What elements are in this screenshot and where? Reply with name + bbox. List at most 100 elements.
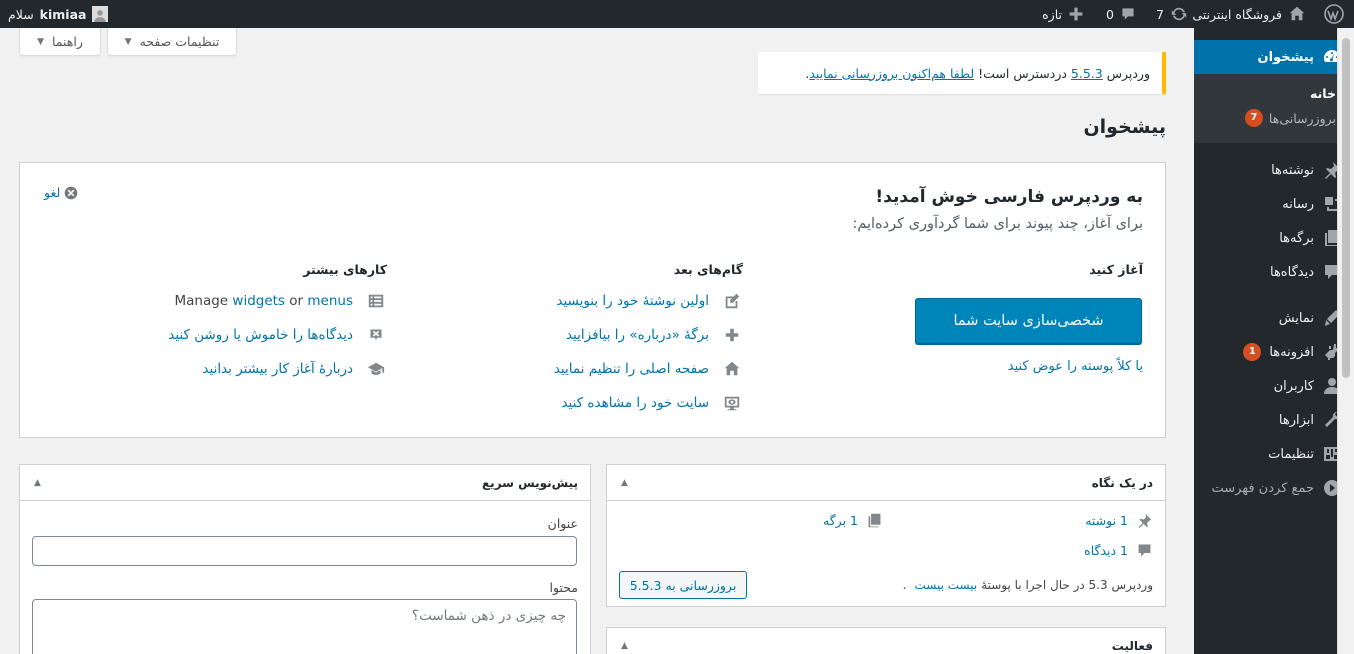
graduation-cap-icon bbox=[367, 362, 385, 375]
greeting: سلام bbox=[8, 6, 34, 22]
sidebar-item-tools[interactable]: ابزارها bbox=[1194, 403, 1354, 437]
dismiss-label: لغو bbox=[44, 185, 61, 200]
avatar bbox=[92, 6, 109, 22]
link-text[interactable]: برگهٔ «درباره» را بیافزایید bbox=[566, 327, 709, 343]
updates-count: 7 bbox=[1156, 6, 1164, 22]
write-first-post-link[interactable]: اولین نوشتهٔ خود را بنویسید bbox=[556, 292, 741, 310]
change-theme-link[interactable]: یا کلاً پوسته را عوض کنید bbox=[1008, 359, 1143, 374]
wordpress-logo-icon[interactable] bbox=[1324, 0, 1344, 28]
home-icon bbox=[1289, 6, 1305, 21]
sidebar-item-dashboard[interactable]: پیشخوان bbox=[1186, 40, 1354, 74]
link-text[interactable]: اولین نوشتهٔ خود را بنویسید bbox=[556, 293, 709, 309]
link-text[interactable]: دیدگاه‌ها را خاموش یا روشن کنید bbox=[168, 327, 353, 343]
customize-site-button[interactable]: شخصی‌سازی سایت شما bbox=[915, 298, 1142, 344]
caret-down-icon: ▼ bbox=[37, 36, 44, 47]
menus-link[interactable]: menus bbox=[307, 293, 353, 309]
add-about-page-link[interactable]: برگهٔ «درباره» را بیافزایید bbox=[566, 326, 741, 344]
sidebar-item-plugins[interactable]: افزونه‌ها 1 bbox=[1194, 335, 1354, 369]
home-icon bbox=[724, 361, 740, 376]
screen-options-button[interactable]: تنظیمات صفحه ▼ bbox=[107, 28, 237, 56]
quick-draft-widget: پیش‌نویس سریع ▲ عنوان محتوا چه چیزی در ذ… bbox=[19, 464, 591, 654]
link-text[interactable]: سایت خود را مشاهده کنید bbox=[561, 395, 709, 411]
widget-header[interactable]: فعالیت ▲ bbox=[607, 628, 1165, 654]
notice-text: دردسترس است! bbox=[978, 65, 1067, 81]
submenu-label: خانه bbox=[1310, 86, 1336, 101]
updates-icon bbox=[1171, 7, 1187, 21]
sidebar-item-pages[interactable]: برگه‌ها bbox=[1194, 221, 1354, 255]
learn-more-link[interactable]: دربارهٔ آغاز کار بیشتر بدانید bbox=[202, 360, 385, 378]
widgets-link[interactable]: widgets bbox=[232, 293, 285, 309]
site-name: فروشگاه اینترنتی bbox=[1192, 6, 1282, 22]
comment-icon bbox=[1138, 544, 1151, 557]
sidebar-item-appearance[interactable]: نمایش bbox=[1194, 301, 1354, 335]
page-scrollbar[interactable] bbox=[1337, 28, 1354, 654]
comment-icon bbox=[1122, 8, 1134, 20]
updates-link[interactable]: 7 bbox=[1156, 0, 1188, 28]
content-label: محتوا bbox=[549, 580, 578, 595]
screen-options-label: تنظیمات صفحه bbox=[139, 34, 220, 49]
version-link[interactable]: 5.5.3 bbox=[1071, 66, 1103, 81]
comments-count[interactable]: 1 دیدگاه bbox=[1084, 543, 1128, 558]
sidebar-item-label: کاربران bbox=[1273, 378, 1314, 394]
page-title: پیشخوان bbox=[1083, 116, 1166, 138]
new-content-link[interactable]: تازه bbox=[1042, 0, 1084, 28]
update-count-badge: 7 bbox=[1244, 109, 1263, 127]
sidebar-item-media[interactable]: رسانه bbox=[1194, 187, 1354, 221]
collapse-menu-button[interactable]: جمع کردن فهرست bbox=[1194, 471, 1354, 505]
comments-count-link[interactable]: 1 دیدگاه bbox=[1084, 542, 1153, 559]
toggle-arrow-icon[interactable]: ▲ bbox=[621, 641, 628, 651]
my-account-link[interactable]: kimiaa سلام bbox=[8, 0, 109, 28]
sidebar-item-label: افزونه‌ها bbox=[1269, 344, 1314, 360]
sidebar-item-label: پیشخوان bbox=[1257, 49, 1315, 65]
pages-count-link[interactable]: 1 برگه bbox=[823, 512, 883, 529]
toggle-comments-link[interactable]: دیدگاه‌ها را خاموش یا روشن کنید bbox=[168, 326, 385, 344]
admin-bar: فروشگاه اینترنتی 7 0 تازه kimiaa سلام bbox=[0, 0, 1354, 28]
sidebar-item-settings[interactable]: تنظیمات bbox=[1194, 437, 1354, 471]
dismiss-welcome-link[interactable]: لغو bbox=[44, 185, 78, 200]
update-wordpress-button[interactable]: بروزرسانی به 5.5.3 bbox=[619, 571, 747, 599]
plus-icon bbox=[1069, 7, 1083, 21]
link-text[interactable]: صفحه اصلی را تنظیم نمایید bbox=[554, 361, 709, 377]
close-circle-icon bbox=[64, 186, 78, 199]
posts-count-link[interactable]: 1 نوشته bbox=[1085, 512, 1153, 529]
plugin-update-badge: 1 bbox=[1243, 343, 1262, 361]
posts-count[interactable]: 1 نوشته bbox=[1085, 513, 1128, 528]
scrollbar-thumb[interactable] bbox=[1342, 38, 1350, 378]
sidebar-item-posts[interactable]: نوشته‌ها bbox=[1194, 153, 1354, 187]
sidebar-item-users[interactable]: کاربران bbox=[1194, 369, 1354, 403]
toggle-arrow-icon[interactable]: ▲ bbox=[34, 478, 41, 488]
submenu-label: بروزرسانی‌ها bbox=[1268, 110, 1336, 126]
sidebar-item-label: برگه‌ها bbox=[1279, 230, 1314, 246]
theme-link[interactable]: بیست بیست bbox=[914, 578, 977, 592]
update-now-link[interactable]: لطفا هم‌اکنون بروزرسانی نمایید bbox=[809, 66, 974, 81]
help-button[interactable]: راهنما ▼ bbox=[19, 28, 101, 56]
submenu-item-home[interactable]: خانه bbox=[1194, 82, 1354, 105]
submenu-item-updates[interactable]: بروزرسانی‌ها 7 bbox=[1194, 105, 1354, 131]
widget-header[interactable]: پیش‌نویس سریع ▲ bbox=[20, 465, 590, 501]
help-label: راهنما bbox=[52, 34, 83, 49]
view-site-link[interactable]: سایت خود را مشاهده کنید bbox=[561, 394, 741, 412]
view-site-icon bbox=[724, 396, 740, 411]
link-text[interactable]: دربارهٔ آغاز کار بیشتر بدانید bbox=[202, 361, 353, 377]
widget-header[interactable]: در یک نگاه ▲ bbox=[607, 465, 1165, 501]
pages-count[interactable]: 1 برگه bbox=[823, 513, 858, 528]
manage-text: Manage bbox=[174, 293, 229, 309]
toggle-arrow-icon[interactable]: ▲ bbox=[621, 478, 628, 488]
draft-title-input[interactable] bbox=[32, 536, 577, 566]
site-name-link[interactable]: فروشگاه اینترنتی bbox=[1192, 0, 1306, 28]
widgets-menus-icon bbox=[368, 294, 384, 308]
plus-icon bbox=[725, 328, 739, 342]
notice-prefix: وردپرس bbox=[1106, 65, 1150, 81]
edit-page-icon bbox=[725, 293, 740, 309]
sidebar-item-label: دیدگاه‌ها bbox=[1269, 264, 1314, 280]
comments-link[interactable]: 0 bbox=[1106, 0, 1136, 28]
sidebar-item-comments[interactable]: دیدگاه‌ها bbox=[1194, 255, 1354, 289]
notice-suffix: . bbox=[805, 65, 810, 81]
caret-down-icon: ▼ bbox=[124, 36, 132, 47]
sidebar-item-label: ابزارها bbox=[1278, 412, 1314, 428]
sidebar-item-label: جمع کردن فهرست bbox=[1211, 480, 1314, 496]
sidebar-item-label: تنظیمات bbox=[1268, 446, 1314, 462]
draft-content-textarea[interactable]: چه چیزی در ذهن شماست؟ bbox=[32, 599, 577, 654]
sidebar-item-label: نمایش bbox=[1278, 310, 1314, 326]
set-homepage-link[interactable]: صفحه اصلی را تنظیم نمایید bbox=[554, 360, 741, 378]
